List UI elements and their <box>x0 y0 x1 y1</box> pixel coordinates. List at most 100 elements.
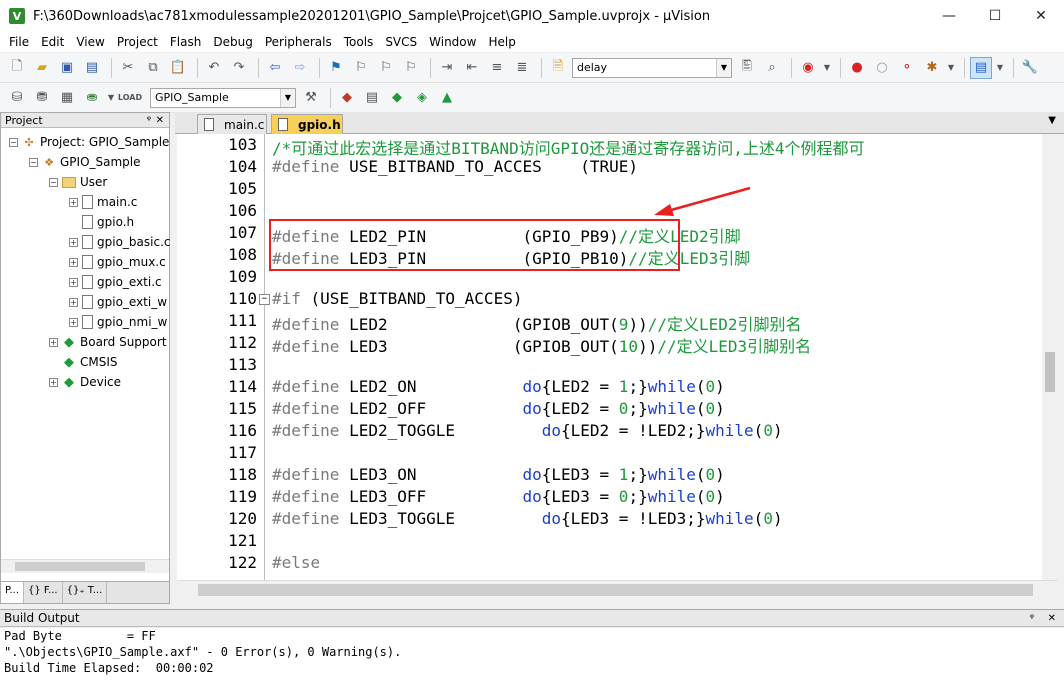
tree-node-file[interactable]: + main.c <box>69 192 137 212</box>
fold-toggle-icon[interactable]: − <box>259 294 270 305</box>
expand-icon[interactable]: + <box>49 337 58 347</box>
disable-breakpoint-icon[interactable]: ○ <box>871 57 893 79</box>
collapse-icon[interactable]: − <box>49 177 58 187</box>
find-in-files-icon[interactable]: 🗎 <box>547 57 569 79</box>
configure-icon[interactable]: ✱ <box>921 57 943 79</box>
expand-icon[interactable]: + <box>69 317 78 327</box>
tree-node-target[interactable]: − ❖ GPIO_Sample <box>29 152 141 172</box>
tree-node-cmsis[interactable]: ◆ CMSIS <box>49 352 118 372</box>
expand-icon[interactable]: + <box>69 197 78 207</box>
chevron-down-icon[interactable]: ▼ <box>1048 115 1056 126</box>
debug-session-icon[interactable]: ◉ <box>797 57 819 79</box>
tree-node-file[interactable]: + gpio_nmi_w <box>69 312 167 332</box>
menu-view[interactable]: View <box>70 32 110 52</box>
tree-node-file[interactable]: + gpio_basic.c <box>69 232 170 252</box>
comment-icon[interactable]: ≡ <box>486 57 508 79</box>
close-button[interactable]: ✕ <box>1018 0 1064 32</box>
chevron-down-icon[interactable]: ▼ <box>822 57 832 79</box>
incremental-find-icon[interactable]: 🖺 <box>736 57 758 79</box>
target-select[interactable]: GPIO_Sample ▼ <box>150 87 296 108</box>
expand-icon[interactable]: + <box>69 297 78 307</box>
chevron-down-icon[interactable]: ▼ <box>946 57 956 79</box>
scrollbar-thumb[interactable] <box>15 562 145 571</box>
load-icon[interactable]: LOAD <box>118 87 142 109</box>
copy-icon[interactable]: ⧉ <box>142 57 164 79</box>
tree-node-project[interactable]: − ✣ Project: GPIO_Sample <box>9 132 169 152</box>
tab-functions[interactable]: {} F... <box>24 582 63 603</box>
menu-help[interactable]: Help <box>482 32 521 52</box>
tree-node-file[interactable]: + gpio_exti.c <box>69 272 162 292</box>
menu-file[interactable]: File <box>3 32 35 52</box>
unindent-icon[interactable]: ⇤ <box>461 57 483 79</box>
redo-icon[interactable]: ↷ <box>228 57 250 79</box>
paste-icon[interactable]: 📋 <box>167 57 189 79</box>
chevron-down-icon[interactable]: ▼ <box>716 58 731 77</box>
chevron-down-icon[interactable]: ▼ <box>995 57 1005 79</box>
navigate-back-icon[interactable]: ⇦ <box>264 57 286 79</box>
expand-icon[interactable]: + <box>69 257 78 267</box>
wrench-icon[interactable]: 🔧 <box>1019 57 1041 79</box>
new-file-icon[interactable]: 🗋 <box>6 57 28 79</box>
tree-node-file[interactable]: gpio.h <box>69 212 134 232</box>
find-icon[interactable]: ⌕ <box>761 57 783 79</box>
undo-icon[interactable]: ↶ <box>203 57 225 79</box>
manage-project-items-icon[interactable]: ◆ <box>336 87 358 109</box>
tree-node-board-support[interactable]: + ◆ Board Support <box>49 332 167 352</box>
tab-main-c[interactable]: main.c <box>197 114 267 134</box>
close-icon[interactable]: ✕ <box>156 115 164 126</box>
save-icon[interactable]: ▣ <box>56 57 78 79</box>
build-icon[interactable]: ⛃ <box>31 87 53 109</box>
code-editor[interactable]: 103 /*可通过此宏选择是通过BITBAND访问GPIO还是通过寄存器访问,上述… <box>177 134 1042 580</box>
batch-build-icon[interactable]: ⛂ <box>81 87 103 109</box>
expand-icon[interactable]: + <box>69 277 78 287</box>
scrollbar-thumb[interactable] <box>1045 352 1055 392</box>
open-folder-icon[interactable]: ▰ <box>31 57 53 79</box>
chevron-down-icon[interactable]: ▼ <box>280 88 295 107</box>
menu-edit[interactable]: Edit <box>35 32 70 52</box>
select-packs-icon[interactable]: ▤ <box>361 87 383 109</box>
next-bookmark-icon[interactable]: ⚐ <box>375 57 397 79</box>
menu-peripherals[interactable]: Peripherals <box>259 32 338 52</box>
tree-node-user-group[interactable]: − User <box>49 172 107 192</box>
window-layout-icon[interactable]: ▤ <box>970 56 992 79</box>
tab-templates[interactable]: {}₊ T... <box>63 582 108 603</box>
component-icon[interactable]: ▲ <box>436 87 458 109</box>
tree-node-device[interactable]: + ◆ Device <box>49 372 121 392</box>
expand-icon[interactable]: + <box>49 377 58 387</box>
close-icon[interactable]: ✕ <box>1048 613 1056 624</box>
menu-tools[interactable]: Tools <box>338 32 380 52</box>
rebuild-icon[interactable]: ▦ <box>56 87 78 109</box>
tree-node-file[interactable]: + gpio_exti_w <box>69 292 167 312</box>
kill-breakpoints-icon[interactable]: ⚬ <box>896 57 918 79</box>
tab-project[interactable]: P... <box>1 582 25 603</box>
save-all-icon[interactable]: ▤ <box>81 57 103 79</box>
tab-gpio-h[interactable]: gpio.h <box>271 114 343 134</box>
cut-icon[interactable]: ✂ <box>117 57 139 79</box>
target-options-icon[interactable]: ⚒ <box>300 87 322 109</box>
indent-icon[interactable]: ⇥ <box>436 57 458 79</box>
minimize-button[interactable]: — <box>926 0 972 32</box>
expand-icon[interactable]: + <box>69 237 78 247</box>
pack-installer-icon[interactable]: ◈ <box>411 87 433 109</box>
collapse-icon[interactable]: − <box>29 157 38 167</box>
menu-debug[interactable]: Debug <box>207 32 258 52</box>
menu-window[interactable]: Window <box>423 32 482 52</box>
navigate-forward-icon[interactable]: ⇨ <box>289 57 311 79</box>
clear-bookmarks-icon[interactable]: ⚐ <box>400 57 422 79</box>
maximize-button[interactable]: ☐ <box>972 0 1018 32</box>
tree-horizontal-scrollbar[interactable] <box>1 559 169 573</box>
bookmark-icon[interactable]: ⚑ <box>325 57 347 79</box>
uncomment-icon[interactable]: ≣ <box>511 57 533 79</box>
breakpoint-icon[interactable]: ● <box>846 57 868 79</box>
manage-rte-icon[interactable]: ◆ <box>386 87 408 109</box>
translate-icon[interactable]: ⛁ <box>6 87 28 109</box>
menu-svcs[interactable]: SVCS <box>379 32 423 52</box>
menu-project[interactable]: Project <box>111 32 164 52</box>
scrollbar-thumb[interactable] <box>198 584 1033 596</box>
chevron-down-icon[interactable]: ▼ <box>106 87 116 109</box>
collapse-icon[interactable]: − <box>9 137 18 147</box>
find-combobox[interactable]: delay ▼ <box>572 57 732 78</box>
prev-bookmark-icon[interactable]: ⚐ <box>350 57 372 79</box>
menu-flash[interactable]: Flash <box>164 32 207 52</box>
pin-icon[interactable]: ᵠ <box>147 115 151 126</box>
